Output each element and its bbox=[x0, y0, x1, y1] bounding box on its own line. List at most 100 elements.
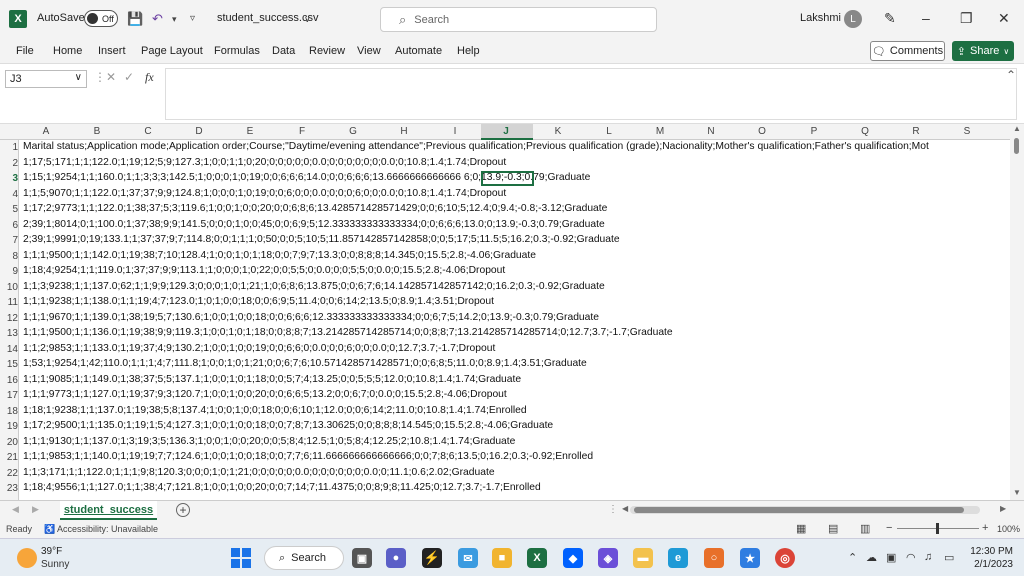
table-row[interactable]: 4 1;1;5;9070;1;1;122.0;1;37;37;9;9;124.8;… bbox=[0, 187, 1010, 203]
table-row[interactable]: 17 1;1;1;9773;1;1;127.0;1;19;37;9;3;120.7… bbox=[0, 388, 1010, 404]
row-number[interactable]: 11 bbox=[0, 297, 18, 308]
autosave-toggle[interactable]: Off bbox=[84, 10, 118, 27]
table-row[interactable]: 19 1;17;2;9500;1;1;135.0;1;19;1;5;4;127.3… bbox=[0, 419, 1010, 435]
column-header-a[interactable]: A bbox=[36, 126, 56, 137]
table-row[interactable]: 12 1;1;1;9670;1;1;139.0;1;38;19;5;7;130.6… bbox=[0, 311, 1010, 327]
scroll-left-icon[interactable]: ◀ bbox=[622, 504, 628, 513]
table-row[interactable]: 23 1;18;4;9556;1;1;127.0;1;1;38;4;7;121.8… bbox=[0, 481, 1010, 497]
zoom-in-icon[interactable]: + bbox=[982, 522, 988, 534]
search-box[interactable]: ⌕ Search bbox=[380, 7, 657, 32]
app-tray-icon[interactable]: ▣ bbox=[886, 551, 896, 564]
scroll-up-icon[interactable]: ▲ bbox=[1013, 124, 1021, 133]
enter-icon[interactable]: ✓ bbox=[124, 70, 134, 84]
customize-toolbar-icon[interactable]: ▿ bbox=[190, 13, 195, 24]
column-header-s[interactable]: S bbox=[957, 126, 977, 137]
next-sheet-icon[interactable]: ▶ bbox=[32, 504, 39, 515]
row-number[interactable]: 21 bbox=[0, 452, 18, 463]
tab-help[interactable]: Help bbox=[457, 45, 480, 57]
row-number[interactable]: 20 bbox=[0, 437, 18, 448]
close-icon[interactable]: ✕ bbox=[998, 10, 1010, 27]
column-header-p[interactable]: P bbox=[804, 126, 824, 137]
cell-a-value[interactable]: 1;15;1;9254;1;1;160.0;1;1;3;3;3;142.5;1;… bbox=[23, 172, 590, 183]
restore-icon[interactable]: ❐ bbox=[960, 10, 973, 27]
table-row[interactable]: 8 1;1;1;9500;1;1;142.0;1;19;38;7;10;128.4… bbox=[0, 249, 1010, 265]
table-row[interactable]: 21 1;1;1;9853;1;1;140.0;1;19;19;7;7;124.6… bbox=[0, 450, 1010, 466]
tab-view[interactable]: View bbox=[357, 45, 381, 57]
row-number[interactable]: 18 bbox=[0, 406, 18, 417]
table-row[interactable]: 5 1;17;2;9773;1;1;122.0;1;38;37;5;3;119.6… bbox=[0, 202, 1010, 218]
table-row[interactable]: 1 Marital status;Application mode;Applica… bbox=[0, 140, 1010, 156]
cell-a-value[interactable]: 1;17;5;171;1;1;122.0;1;19;12;5;9;127.3;1… bbox=[23, 157, 506, 168]
row-number[interactable]: 5 bbox=[0, 204, 18, 215]
row-number[interactable]: 12 bbox=[0, 313, 18, 324]
column-header-k[interactable]: K bbox=[548, 126, 568, 137]
cell-a-value[interactable]: 1;1;1;9085;1;1;149.0;1;38;37;5;5;137.1;1… bbox=[23, 374, 521, 385]
column-header-g[interactable]: G bbox=[343, 126, 363, 137]
page-layout-view-icon[interactable]: ▤ bbox=[828, 522, 838, 535]
comments-button[interactable]: 🗨 Comments bbox=[870, 41, 945, 61]
table-row[interactable]: 10 1;1;3;9238;1;1;137.0;62;1;1;9;9;129.3;… bbox=[0, 280, 1010, 296]
row-number[interactable]: 19 bbox=[0, 421, 18, 432]
cancel-icon[interactable]: ✕ bbox=[106, 70, 116, 84]
table-row[interactable]: 2 1;17;5;171;1;1;122.0;1;19;12;5;9;127.3;… bbox=[0, 156, 1010, 172]
table-row[interactable]: 16 1;1;1;9085;1;1;149.0;1;38;37;5;5;137.1… bbox=[0, 373, 1010, 389]
column-header-j[interactable]: J bbox=[496, 126, 516, 137]
row-number[interactable]: 14 bbox=[0, 344, 18, 355]
zoom-slider-knob[interactable] bbox=[936, 523, 939, 534]
column-header-f[interactable]: F bbox=[292, 126, 312, 137]
column-header-e[interactable]: E bbox=[240, 126, 260, 137]
weather-temp[interactable]: 39°F bbox=[41, 546, 62, 557]
horizontal-scrollbar[interactable] bbox=[630, 506, 980, 514]
battery-icon[interactable]: ▭ bbox=[944, 551, 954, 564]
scroll-right-icon[interactable]: ▶ bbox=[1000, 504, 1006, 513]
table-row[interactable]: 14 1;1;2;9853;1;1;133.0;1;19;37;4;9;130.2… bbox=[0, 342, 1010, 358]
tab-home[interactable]: Home bbox=[53, 45, 82, 57]
cell-a-value[interactable]: 1;17;2;9500;1;1;135.0;1;19;1;5;4;127.3;1… bbox=[23, 420, 553, 431]
excel-taskbar-icon[interactable]: X bbox=[527, 548, 547, 568]
cell-a-value[interactable]: 1;1;5;9070;1;1;122.0;1;37;37;9;9;124.8;1… bbox=[23, 188, 506, 199]
column-header-o[interactable]: O bbox=[752, 126, 772, 137]
tab-automate[interactable]: Automate bbox=[395, 45, 442, 57]
cell-a-value[interactable]: 1;18;4;9556;1;1;127.0;1;1;38;4;7;121.8;1… bbox=[23, 482, 541, 493]
name-box[interactable]: J3 ∨ bbox=[5, 70, 87, 88]
table-row[interactable]: 15 1;53;1;9254;1;42;110.0;1;1;1;4;7;111.8… bbox=[0, 357, 1010, 373]
column-header-h[interactable]: H bbox=[394, 126, 414, 137]
save-icon[interactable]: 💾 bbox=[127, 11, 143, 27]
prev-sheet-icon[interactable]: ◀ bbox=[12, 504, 19, 515]
split-handle-icon[interactable]: ⋮ bbox=[608, 504, 618, 515]
tab-formulas[interactable]: Formulas bbox=[214, 45, 260, 57]
column-header-b[interactable]: B bbox=[87, 126, 107, 137]
accessibility-status[interactable]: Accessibility: Unavailable bbox=[57, 524, 158, 534]
table-row[interactable]: 9 1;18;4;9254;1;1;119.0;1;37;37;9;9;113.1… bbox=[0, 264, 1010, 280]
chrome-icon[interactable]: ◎ bbox=[775, 548, 795, 568]
row-number[interactable]: 22 bbox=[0, 468, 18, 479]
row-number[interactable]: 10 bbox=[0, 282, 18, 293]
zoom-out-icon[interactable]: − bbox=[886, 522, 892, 534]
table-row[interactable]: 13 1;1;1;9500;1;1;136.0;1;19;38;9;9;119.3… bbox=[0, 326, 1010, 342]
app-lightning-icon[interactable]: ⚡ bbox=[422, 548, 442, 568]
weather-sun-icon[interactable] bbox=[17, 548, 37, 568]
row-number[interactable]: 4 bbox=[0, 189, 18, 200]
app-orange-icon[interactable]: ○ bbox=[704, 548, 724, 568]
task-view-icon[interactable]: ▣ bbox=[352, 548, 372, 568]
zoom-level[interactable]: 100% bbox=[997, 524, 1020, 534]
row-number[interactable]: 6 bbox=[0, 220, 18, 231]
cell-a-value[interactable]: 2;39;1;8014;0;1;100.0;1;37;38;9;9;141.5;… bbox=[23, 219, 605, 230]
cell-a-value[interactable]: 1;1;1;9670;1;1;139.0;1;38;19;5;7;130.6;1… bbox=[23, 312, 599, 323]
table-row[interactable]: 11 1;1;1;9238;1;1;138.0;1;1;19;4;7;123.0;… bbox=[0, 295, 1010, 311]
row-number[interactable]: 15 bbox=[0, 359, 18, 370]
column-header-c[interactable]: C bbox=[138, 126, 158, 137]
table-row[interactable]: 7 2;39;1;9991;0;19;133.1;1;37;37;9;7;114.… bbox=[0, 233, 1010, 249]
tab-review[interactable]: Review bbox=[309, 45, 345, 57]
tray-chevron-icon[interactable]: ⌃ bbox=[848, 551, 857, 564]
sheet-tab-student-success[interactable]: student_success bbox=[60, 501, 157, 521]
row-number[interactable]: 3 bbox=[0, 173, 18, 184]
pen-icon[interactable]: ✎ bbox=[884, 10, 896, 27]
row-number[interactable]: 9 bbox=[0, 266, 18, 277]
store-icon[interactable]: ■ bbox=[492, 548, 512, 568]
volume-icon[interactable]: ♫ bbox=[924, 551, 932, 563]
cell-a-value[interactable]: 1;1;1;9500;1;1;136.0;1;19;38;9;9;119.3;1… bbox=[23, 327, 673, 338]
row-number[interactable]: 13 bbox=[0, 328, 18, 339]
column-header-n[interactable]: N bbox=[701, 126, 721, 137]
start-windows-icon[interactable] bbox=[231, 548, 251, 568]
